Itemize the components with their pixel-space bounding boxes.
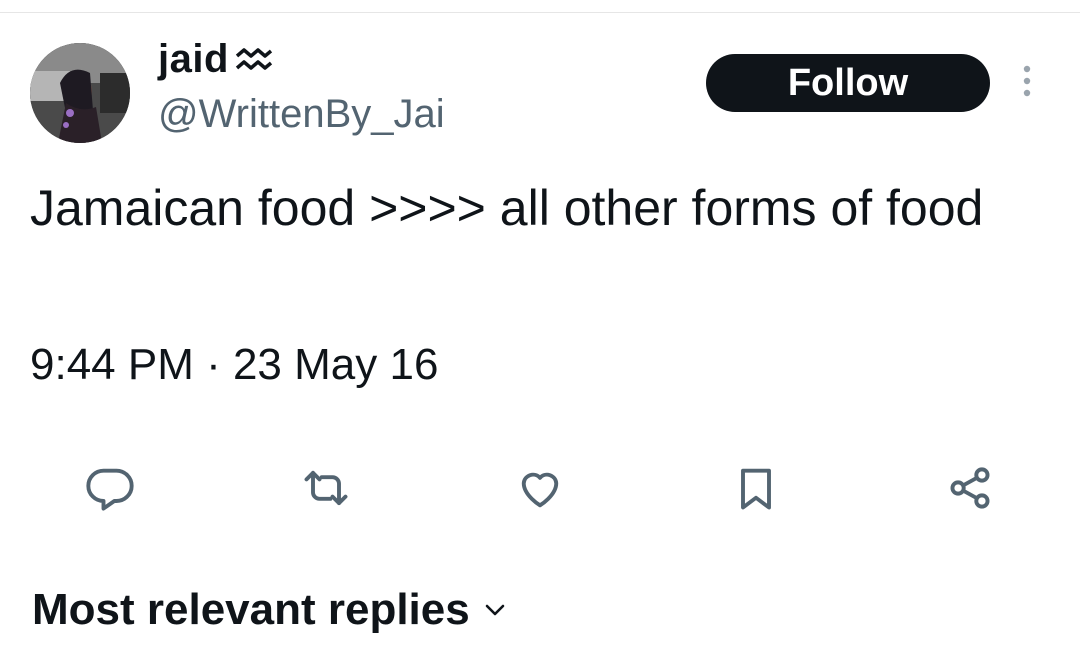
- like-icon: [514, 462, 566, 519]
- aquarius-icon: [233, 44, 273, 74]
- replies-sort-dropdown[interactable]: Most relevant replies: [32, 582, 506, 638]
- reply-button[interactable]: [80, 460, 140, 520]
- tweet-timestamp[interactable]: 9:44 PM · 23 May 16: [30, 340, 438, 390]
- replies-sort-label: Most relevant replies: [32, 585, 470, 634]
- action-bar: [0, 460, 1080, 520]
- tweet-text: Jamaican food >>>> all other forms of fo…: [30, 180, 984, 236]
- more-options-button[interactable]: [1012, 62, 1042, 104]
- reply-icon: [84, 462, 136, 519]
- like-button[interactable]: [510, 460, 570, 520]
- share-button[interactable]: [940, 460, 1000, 520]
- retweet-button[interactable]: [296, 460, 356, 520]
- avatar[interactable]: [30, 43, 130, 143]
- bookmark-button[interactable]: [726, 460, 786, 520]
- display-name-text: jaid: [158, 36, 229, 81]
- follow-button[interactable]: Follow: [706, 54, 990, 112]
- tweet-detail-page: jaid @WrittenBy_Jai Follow Jamaican food…: [0, 0, 1080, 648]
- chevron-down-icon: [484, 603, 506, 617]
- retweet-icon: [300, 462, 352, 519]
- more-vertical-icon: [1022, 64, 1032, 103]
- top-divider: [0, 12, 1080, 13]
- display-name[interactable]: jaid: [158, 34, 273, 84]
- bookmark-icon: [730, 462, 782, 519]
- share-icon: [944, 462, 996, 519]
- user-handle[interactable]: @WrittenBy_Jai: [158, 92, 445, 137]
